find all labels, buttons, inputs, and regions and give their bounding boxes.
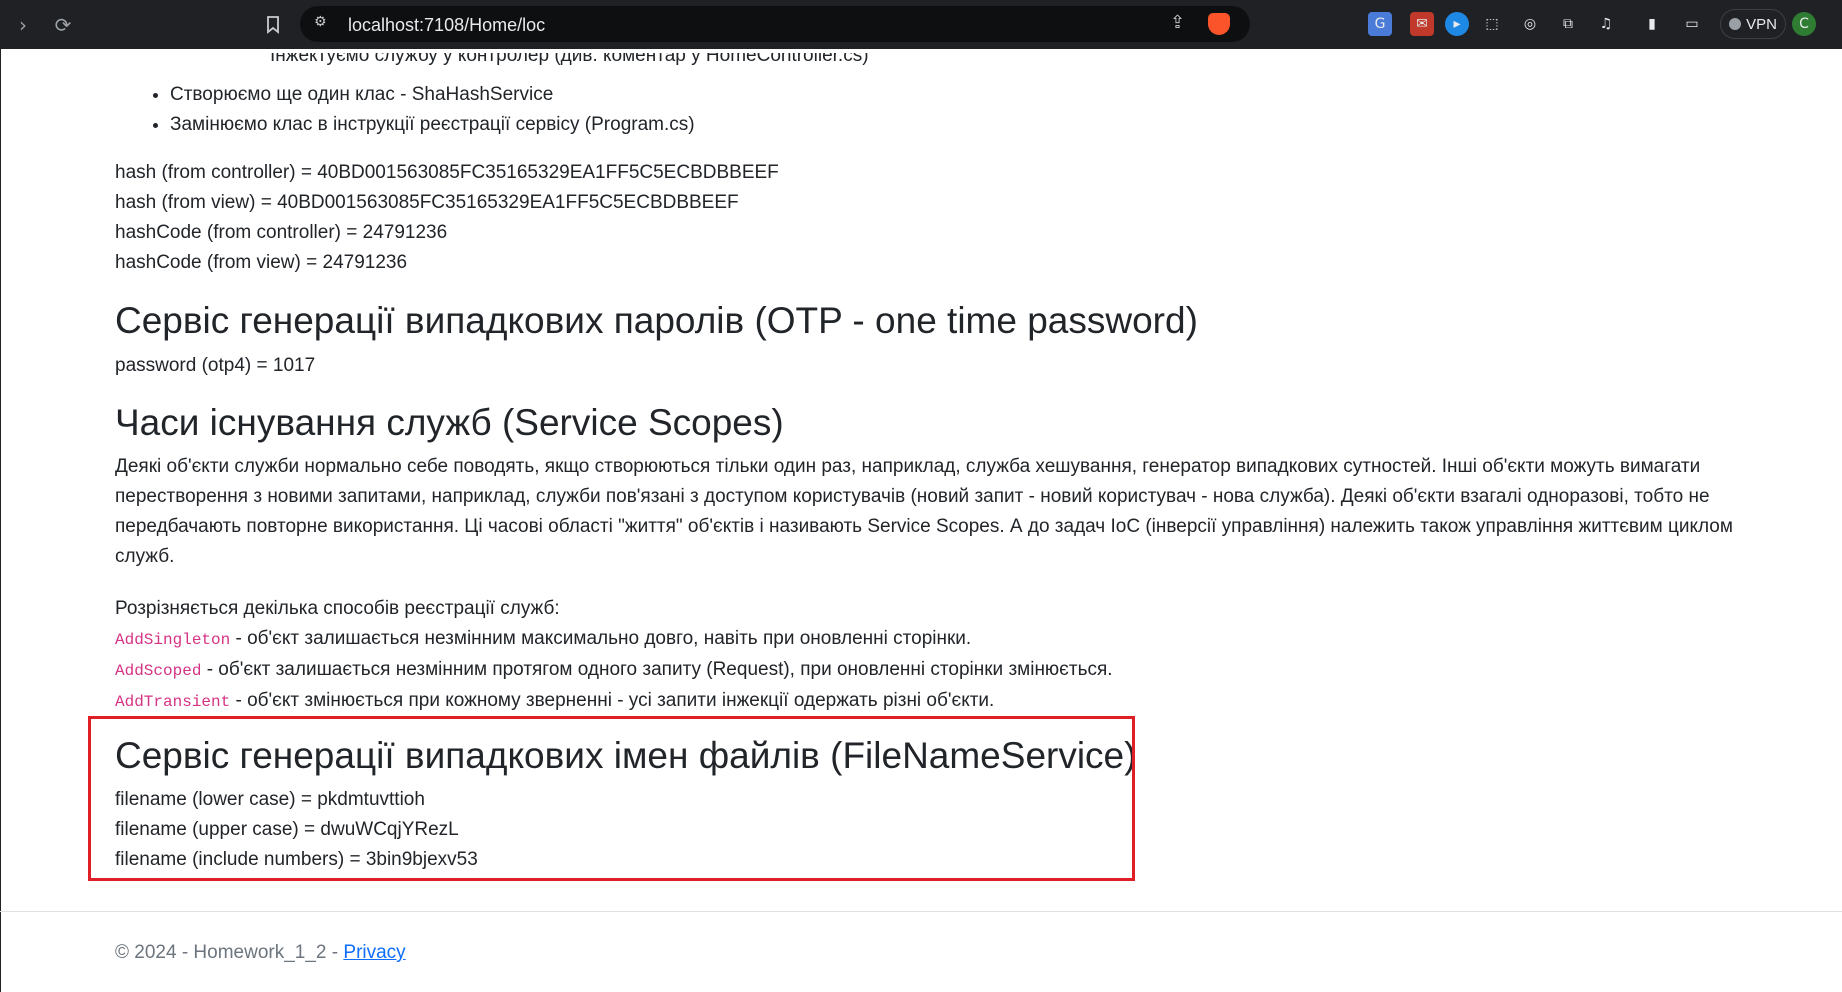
code-add-transient: AddTransient <box>115 693 231 711</box>
share-icon[interactable]: ⇪ <box>1170 12 1185 33</box>
url-text[interactable]: localhost:7108/Home/loc <box>348 15 545 36</box>
forward-icon[interactable]: › <box>8 10 38 40</box>
scopes-paragraph: Деякі об'єкти служби нормально себе пово… <box>115 456 1733 567</box>
registration-desc: - об'єкт змінюється при кожному зверненн… <box>230 690 995 711</box>
hash-line: hashCode (from view) = 24791236 <box>115 252 408 273</box>
code-add-singleton: AddSingleton <box>115 631 231 649</box>
footer-text: © 2024 - Homework_1_2 - Privacy <box>115 942 406 964</box>
profile-avatar-icon[interactable]: C <box>1792 12 1816 36</box>
registration-item: AddSingleton - об'єкт залишається незмін… <box>115 624 1113 655</box>
bookmark-icon[interactable] <box>258 10 288 40</box>
mail-extension-icon[interactable]: ✉ <box>1410 12 1434 36</box>
hash-line: hash (from controller) = 40BD001563085FC… <box>115 162 779 183</box>
brave-shields-icon[interactable] <box>1208 13 1230 35</box>
translate-extension-icon[interactable]: G <box>1368 12 1392 36</box>
screenshot-extension-icon[interactable]: ⬚ <box>1480 12 1504 36</box>
wallet-icon[interactable]: ▭ <box>1680 12 1704 36</box>
list-item: Створюємо ще один клас - ShaHashService <box>170 80 695 110</box>
registration-desc: - об'єкт залишається незмінним максималь… <box>230 628 972 649</box>
hash-line: hashCode (from controller) = 24791236 <box>115 222 448 243</box>
reader-extension-icon[interactable]: ◎ <box>1518 12 1542 36</box>
footer: © 2024 - Homework_1_2 - Privacy <box>0 911 1842 992</box>
steps-list: Створюємо ще один клас - ShaHashService … <box>155 80 695 140</box>
otp-value: password (otp4) = 1017 <box>115 355 316 376</box>
code-add-scoped: AddScoped <box>115 662 202 680</box>
address-bar[interactable]: ⚙ localhost:7108/Home/loc ⇪ <box>300 6 1250 42</box>
scopes-heading: Часи існування служб (Service Scopes) <box>115 402 784 443</box>
vpn-status-icon <box>1729 18 1742 30</box>
highlight-box <box>88 716 1135 881</box>
list-item: Замінюємо клас в інструкції реєстрації с… <box>170 110 695 140</box>
registration-list: Розрізняється декілька способів реєстрац… <box>115 594 1113 717</box>
registration-item: AddScoped - об'єкт залишається незмінним… <box>115 655 1113 686</box>
hash-output: hash (from controller) = 40BD001563085FC… <box>115 158 779 278</box>
media-extension-icon[interactable]: ▸ <box>1445 12 1469 36</box>
reload-icon[interactable]: ⟳ <box>48 10 78 40</box>
hash-line: hash (from view) = 40BD001563085FC351653… <box>115 192 739 213</box>
web-page: Інжектуємо службу у контролер (див. коме… <box>0 49 1842 992</box>
privacy-link[interactable]: Privacy <box>343 942 405 963</box>
sidebar-icon[interactable]: ▮ <box>1640 12 1664 36</box>
registration-intro: Розрізняється декілька способів реєстрац… <box>115 598 560 619</box>
site-settings-icon[interactable]: ⚙ <box>314 14 334 34</box>
browser-toolbar: › ⟳ ⚙ localhost:7108/Home/loc ⇪ G ✉ ▸ ⬚ … <box>0 0 1842 49</box>
registration-desc: - об'єкт залишається незмінним протягом … <box>201 659 1113 680</box>
vpn-button[interactable]: VPN <box>1720 9 1786 39</box>
copyright: © 2024 - Homework_1_2 - <box>115 942 344 963</box>
extensions-icon[interactable]: ⧉ <box>1556 12 1580 36</box>
registration-item: AddTransient - об'єкт змінюється при кож… <box>115 686 1113 717</box>
vpn-label: VPN <box>1746 15 1777 33</box>
music-icon[interactable]: ♫ <box>1594 12 1618 36</box>
otp-heading: Сервіс генерації випадкових паролів (OTP… <box>115 300 1198 341</box>
